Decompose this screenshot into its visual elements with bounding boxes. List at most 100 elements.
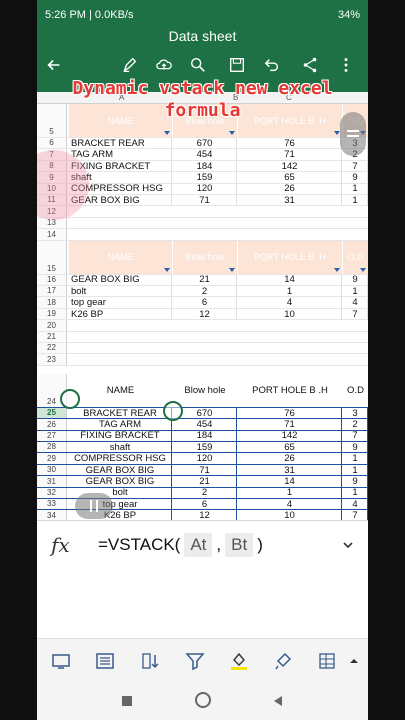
column-header-od[interactable]: O.D — [343, 373, 368, 407]
row-number[interactable]: 21 — [37, 331, 67, 342]
cell-port[interactable]: 31 — [238, 464, 342, 476]
cell-port[interactable]: 14 — [238, 476, 342, 487]
sort-icon[interactable] — [138, 649, 162, 673]
cell-port[interactable]: 1 — [238, 487, 342, 498]
pen-draw-icon[interactable] — [119, 54, 141, 76]
cell-port[interactable]: 76 — [238, 407, 342, 419]
back-icon[interactable] — [272, 694, 284, 712]
row-number[interactable]: 16 — [37, 274, 67, 285]
cell-blow[interactable]: 71 — [173, 464, 237, 476]
column-header-port[interactable]: PORT HOLE B .H — [238, 240, 342, 274]
format-painter-icon[interactable] — [271, 649, 295, 673]
filter-dropdown-icon[interactable] — [229, 131, 235, 135]
cell-port[interactable]: 142 — [238, 160, 342, 172]
cell-blow[interactable]: 184 — [173, 160, 237, 172]
chevron-down-icon[interactable] — [340, 537, 356, 553]
cell-port[interactable]: 65 — [238, 442, 342, 453]
cell-port[interactable]: 71 — [238, 149, 342, 160]
filter-dropdown-icon[interactable] — [360, 267, 366, 272]
cell-name[interactable]: bolt — [69, 286, 172, 297]
column-header-name[interactable]: NAME — [69, 373, 172, 407]
spreadsheet-grid[interactable]: A B C 5NAMEBlow holePORT HOLE B .HO.D6BR… — [37, 92, 368, 520]
grid-row[interactable]: 22 — [37, 343, 368, 355]
cell-port[interactable]: 65 — [238, 172, 342, 183]
cell-od[interactable]: 9 — [343, 442, 368, 453]
column-header-blow[interactable]: Blow hole — [173, 373, 237, 407]
cell-blow[interactable]: 6 — [173, 499, 237, 510]
cell-name[interactable]: FIXING BRACKET — [69, 430, 172, 441]
cell-port[interactable]: 26 — [238, 453, 342, 464]
cell-name[interactable]: TAG ARM — [69, 419, 172, 430]
row-number[interactable]: 32 — [37, 487, 67, 498]
row-number[interactable]: 25 — [37, 407, 67, 419]
row-number[interactable]: 15 — [37, 240, 67, 274]
cell-name[interactable]: BRACKET REAR — [69, 407, 172, 419]
cell-od[interactable]: 4 — [343, 499, 368, 510]
row-number[interactable]: 29 — [37, 453, 67, 464]
grid-row[interactable]: 20 — [37, 320, 368, 332]
share-icon[interactable] — [299, 54, 321, 76]
grid-row[interactable]: 30 GEAR BOX BIG 71 31 1 — [37, 464, 368, 477]
row-number[interactable]: 19 — [37, 308, 67, 320]
selection-handle-end[interactable] — [163, 401, 183, 421]
column-header-od[interactable]: O.D — [343, 240, 368, 274]
cell-port[interactable]: 4 — [238, 499, 342, 510]
home-icon[interactable] — [194, 691, 212, 714]
grid-row[interactable]: 14 — [37, 229, 368, 241]
cell-od[interactable]: 7 — [343, 430, 368, 441]
formula-ref-2[interactable]: Bt — [225, 533, 254, 557]
cell-name[interactable]: K26 BP — [69, 308, 172, 320]
cell-name[interactable]: BRACKET REAR — [69, 138, 172, 149]
more-options-icon[interactable] — [335, 54, 357, 76]
cell-od[interactable]: 1 — [343, 195, 368, 206]
cell-port[interactable]: 71 — [238, 419, 342, 430]
grid-row[interactable]: 16 GEAR BOX BIG 21 14 9 — [37, 274, 368, 286]
row-number[interactable]: 28 — [37, 442, 67, 453]
cell-port[interactable]: 1 — [238, 286, 342, 297]
row-number[interactable]: 17 — [37, 286, 67, 297]
grid-row[interactable]: 26 TAG ARM 454 71 2 — [37, 419, 368, 431]
cell-blow[interactable]: 454 — [173, 149, 237, 160]
grid-row[interactable]: 19 K26 BP 12 10 7 — [37, 308, 368, 321]
grid-row[interactable]: 31 GEAR BOX BIG 21 14 9 — [37, 476, 368, 488]
row-number[interactable]: 23 — [37, 354, 67, 365]
back-arrow-icon[interactable] — [43, 54, 65, 76]
cell-port[interactable]: 31 — [238, 195, 342, 206]
grid-row[interactable]: 28 shaft 159 65 9 — [37, 442, 368, 454]
cell-blow[interactable]: 184 — [173, 430, 237, 441]
save-icon[interactable] — [226, 54, 248, 76]
formula-bar[interactable]: fx =VSTACK( At , Bt ) — [37, 520, 368, 638]
grid-row[interactable]: 23 — [37, 354, 368, 366]
cell-blow[interactable]: 120 — [173, 183, 237, 194]
row-number[interactable]: 6 — [37, 138, 67, 149]
cell-blow[interactable]: 6 — [173, 297, 237, 308]
filter-dropdown-icon[interactable] — [334, 267, 340, 272]
share-cloud-icon[interactable] — [153, 54, 175, 76]
cell-name[interactable]: GEAR BOX BIG — [69, 476, 172, 487]
grid-row[interactable]: 7TAG ARM454712 — [37, 149, 368, 161]
selection-handle-start[interactable] — [60, 389, 80, 409]
cell-port[interactable]: 14 — [238, 274, 342, 285]
grid-row[interactable]: 13 — [37, 217, 368, 230]
cell-port[interactable]: 26 — [238, 183, 342, 194]
grid-row[interactable]: 29 COMPRESSOR HSG 120 26 1 — [37, 453, 368, 465]
cell-blow[interactable]: 454 — [173, 419, 237, 430]
cell-name[interactable]: shaft — [69, 442, 172, 453]
scroll-handle-horizontal[interactable] — [75, 493, 113, 519]
column-header-port[interactable]: PORT HOLE B .H — [238, 373, 342, 407]
grid-row[interactable]: 24 NAME Blow hole PORT HOLE B .H O.D — [37, 373, 368, 408]
cell-od[interactable]: 9 — [343, 172, 368, 183]
formula-input[interactable]: =VSTACK( At , Bt ) — [98, 533, 263, 557]
fill-color-icon[interactable] — [227, 649, 251, 673]
table-icon[interactable] — [315, 649, 339, 673]
column-header-name[interactable]: NAME — [69, 240, 172, 274]
cell-port[interactable]: 76 — [238, 138, 342, 149]
search-icon[interactable] — [187, 54, 209, 76]
undo-icon[interactable] — [261, 54, 283, 76]
grid-row[interactable]: 15 NAME Blow hole PORT HOLE B .H O.D — [37, 240, 368, 275]
column-header-blow[interactable]: Blow hole — [173, 240, 237, 274]
grid-row[interactable]: 27 FIXING BRACKET 184 142 7 — [37, 430, 368, 442]
cell-blow[interactable]: 71 — [173, 195, 237, 206]
cell-od[interactable]: 7 — [343, 160, 368, 172]
cell-od[interactable]: 1 — [343, 183, 368, 194]
